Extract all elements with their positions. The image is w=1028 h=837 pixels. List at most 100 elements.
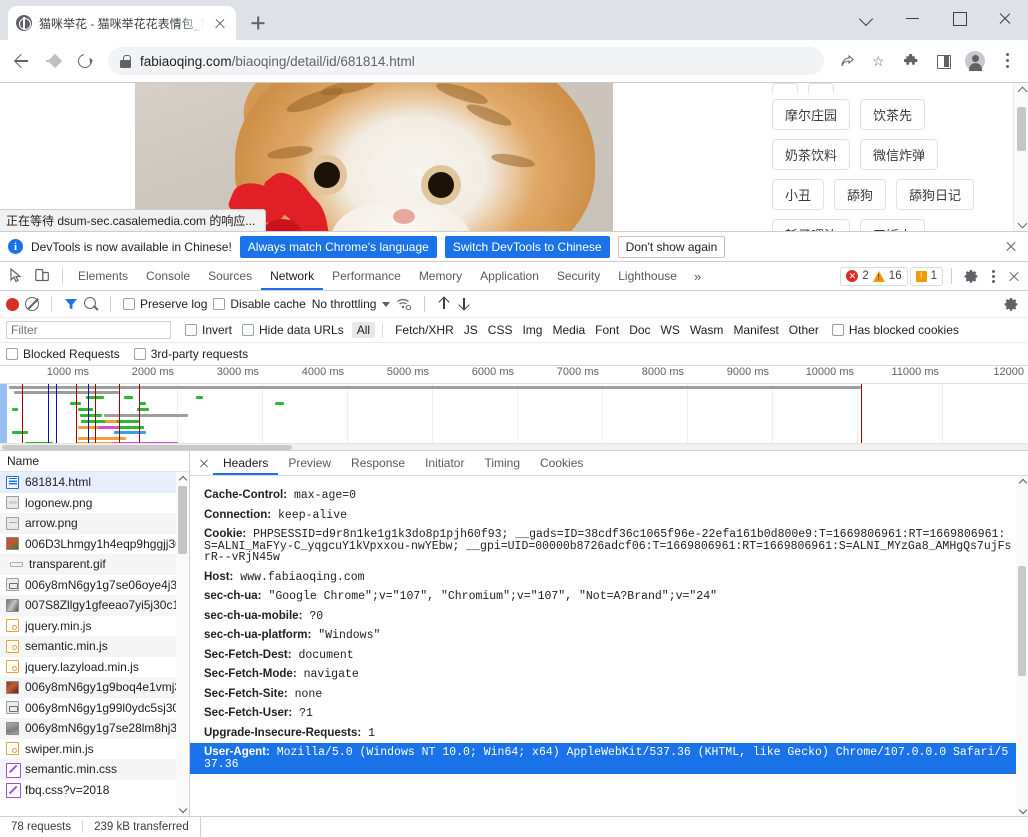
list-item[interactable]: logonew.png — [0, 493, 189, 514]
always-match-language-button[interactable]: Always match Chrome's language — [239, 235, 437, 258]
chevron-down-icon[interactable] — [844, 0, 890, 36]
back-button[interactable] — [6, 46, 36, 76]
browser-tab[interactable]: 猫咪举花 - 猫咪举花花表情包_猫 — [8, 6, 236, 40]
list-item[interactable]: semantic.min.css — [0, 759, 189, 780]
list-item[interactable]: jquery.lazyload.min.js — [0, 657, 189, 678]
list-item[interactable]: 006y8mN6gy1g7se06oye4j30 — [0, 575, 189, 596]
request-list-scrollbar[interactable] — [176, 472, 189, 816]
header-row[interactable]: Sec-Fetch-Dest: document — [204, 646, 1028, 666]
tag-item[interactable]: 奶茶饮料 — [772, 139, 851, 170]
header-row[interactable]: Sec-Fetch-User: ?1 — [204, 704, 1028, 724]
scroll-down-icon[interactable] — [1016, 804, 1028, 816]
tag-item[interactable]: 微信炸弹 — [860, 139, 939, 170]
list-item[interactable]: 006D3Lhmgy1h4eqp9hggjj30 — [0, 534, 189, 555]
blocked-requests-checkbox[interactable]: Blocked Requests — [6, 347, 120, 361]
clear-icon[interactable] — [25, 297, 39, 311]
header-row[interactable]: Upgrade-Insecure-Requests: 1 — [204, 724, 1028, 744]
header-row[interactable]: Cache-Control: max-age=0 — [204, 486, 1028, 506]
filter-type-font[interactable]: Font — [590, 322, 624, 338]
devtools-close-icon[interactable] — [1004, 265, 1024, 287]
scrollbar-thumb[interactable] — [178, 486, 187, 554]
tab-lighthouse[interactable]: Lighthouse — [609, 262, 686, 290]
header-row[interactable]: sec-ch-ua-platform: "Windows" — [204, 626, 1028, 646]
list-item[interactable]: 006y8mN6gy1g99l0ydc5sj300 — [0, 698, 189, 719]
inspect-element-icon[interactable] — [4, 263, 30, 289]
gear-icon[interactable] — [960, 265, 982, 287]
tag-item[interactable]: 舔狗 — [834, 179, 887, 210]
header-row[interactable]: Connection: keep-alive — [204, 506, 1028, 526]
filter-type-fetch-xhr[interactable]: Fetch/XHR — [390, 322, 459, 338]
window-close-button[interactable] — [982, 0, 1028, 36]
device-toolbar-icon[interactable] — [30, 263, 56, 289]
detail-tab-timing[interactable]: Timing — [474, 451, 530, 475]
search-icon[interactable] — [84, 297, 98, 311]
notice-close-icon[interactable] — [1002, 238, 1020, 256]
filter-type-manifest[interactable]: Manifest — [728, 322, 783, 338]
header-row[interactable]: Host: www.fabiaoqing.com — [204, 568, 1028, 588]
list-item[interactable]: 006y8mN6gy1g7se28lm8hj30 — [0, 718, 189, 739]
new-tab-button[interactable] — [244, 9, 272, 37]
chevron-down-icon[interactable] — [382, 301, 391, 307]
forward-button[interactable] — [38, 46, 68, 76]
minimize-button[interactable] — [890, 0, 936, 36]
filter-input[interactable] — [6, 321, 171, 339]
header-row[interactable]: Sec-Fetch-Site: none — [204, 685, 1028, 705]
scroll-down-icon[interactable] — [176, 803, 189, 816]
address-bar[interactable]: fabiaoqing.com/biaoqing/detail/id/681814… — [108, 47, 824, 75]
network-settings-gear-icon[interactable] — [1000, 293, 1022, 315]
filter-type-doc[interactable]: Doc — [624, 322, 655, 338]
filter-type-other[interactable]: Other — [784, 322, 824, 338]
preserve-log-checkbox[interactable]: Preserve log — [123, 297, 207, 311]
detail-tab-headers[interactable]: Headers — [213, 451, 279, 475]
detail-tab-initiator[interactable]: Initiator — [415, 451, 474, 475]
tag-item[interactable] — [772, 83, 798, 93]
scrollbar-thumb[interactable] — [1018, 566, 1026, 676]
tab-performance[interactable]: Performance — [323, 262, 410, 290]
more-tabs-icon[interactable]: » — [686, 269, 709, 284]
extensions-icon[interactable] — [896, 46, 926, 76]
tab-elements[interactable]: Elements — [69, 262, 137, 290]
filter-type-css[interactable]: CSS — [483, 322, 518, 338]
third-party-requests-checkbox[interactable]: 3rd-party requests — [133, 347, 248, 361]
list-item[interactable]: semantic.min.js — [0, 636, 189, 657]
record-button[interactable] — [6, 297, 19, 311]
close-icon[interactable] — [212, 15, 228, 31]
scrollbar-thumb[interactable] — [1017, 107, 1026, 151]
scroll-down-icon[interactable] — [1014, 217, 1028, 231]
header-row[interactable]: sec-ch-ua-mobile: ?0 — [204, 607, 1028, 627]
tag-item[interactable]: 耗子喂汁 — [772, 219, 851, 231]
browser-menu-icon[interactable] — [992, 46, 1022, 76]
list-item[interactable]: jquery.min.js — [0, 616, 189, 637]
filter-icon[interactable] — [64, 297, 78, 311]
scroll-up-icon[interactable] — [1014, 83, 1028, 98]
list-item[interactable]: swiper.min.js — [0, 739, 189, 760]
filter-type-img[interactable]: Img — [517, 322, 547, 338]
list-item[interactable]: arrow.png — [0, 513, 189, 534]
tab-sources[interactable]: Sources — [199, 262, 261, 290]
page-scrollbar[interactable] — [1013, 83, 1028, 231]
tab-console[interactable]: Console — [137, 262, 199, 290]
list-item[interactable]: 681814.html — [0, 472, 189, 493]
detail-tab-response[interactable]: Response — [341, 451, 415, 475]
import-har-icon[interactable] — [437, 297, 451, 312]
list-item[interactable]: transparent.gif — [0, 554, 189, 575]
filter-type-js[interactable]: JS — [459, 322, 483, 338]
header-row-selected[interactable]: User-Agent: Mozilla/5.0 (Windows NT 10.0… — [190, 743, 1028, 774]
devtools-menu-icon[interactable] — [984, 265, 1002, 287]
scroll-up-icon[interactable] — [1016, 476, 1028, 488]
bookmark-star-icon[interactable]: ☆ — [864, 46, 894, 76]
header-row[interactable]: Cookie: PHPSESSID=d9r8n1ke1g1k3do8p1pjh6… — [204, 525, 1028, 568]
filter-type-wasm[interactable]: Wasm — [685, 322, 729, 338]
tag-item[interactable]: 摩尔庄园 — [772, 99, 851, 130]
export-har-icon[interactable] — [457, 297, 471, 312]
close-detail-icon[interactable] — [195, 454, 213, 472]
tab-application[interactable]: Application — [471, 262, 548, 290]
tab-memory[interactable]: Memory — [410, 262, 471, 290]
tag-item[interactable] — [808, 83, 834, 93]
network-conditions-icon[interactable] — [396, 297, 412, 311]
overview-scrollbar[interactable] — [0, 443, 1028, 450]
filter-type-ws[interactable]: WS — [656, 322, 685, 338]
list-item[interactable]: fbq.css?v=2018 — [0, 780, 189, 801]
tag-item[interactable]: 饮茶先 — [860, 99, 926, 130]
network-overview-timeline[interactable]: 1000 ms 2000 ms 3000 ms 4000 ms 5000 ms … — [0, 366, 1028, 451]
